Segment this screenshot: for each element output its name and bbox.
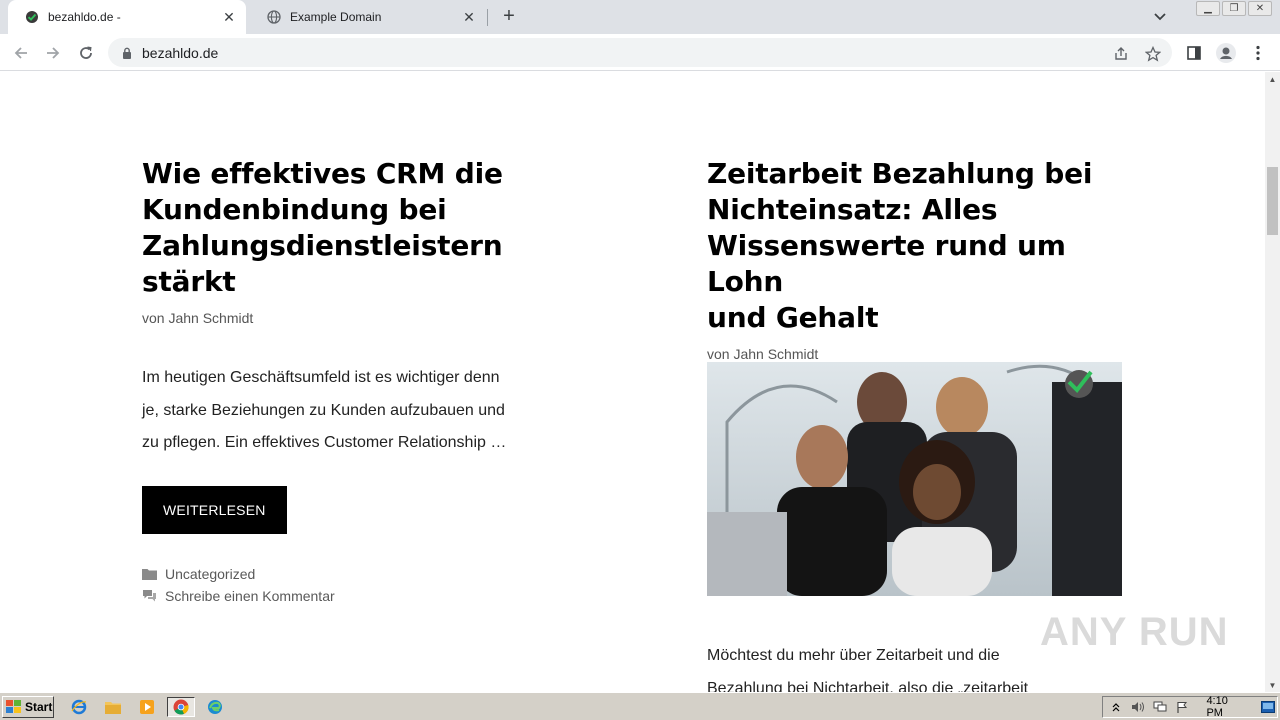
post-excerpt: Im heutigen Geschäftsumfeld ist es wicht… <box>142 362 562 460</box>
post-byline: von Jahn Schmidt <box>142 310 562 326</box>
system-tray: 4:10 PM <box>1102 695 1278 719</box>
post-title-line: und Gehalt <box>707 301 879 334</box>
close-window-icon[interactable]: ✕ <box>1248 1 1272 16</box>
windows-logo-icon <box>6 700 21 713</box>
back-arrow-icon[interactable] <box>8 40 34 66</box>
category-link[interactable]: Uncategorized <box>165 566 255 582</box>
excerpt-line: zu pflegen. Ein effektives Customer Rela… <box>142 434 507 451</box>
tab-strip: bezahldo.de - ✕ Example Domain ✕ + ▁ ❐ ✕ <box>0 0 1280 34</box>
page-viewport: Wie effektives CRM die Kundenbindung bei… <box>0 72 1265 692</box>
edge-icon[interactable] <box>204 697 226 717</box>
action-center-flag-icon[interactable] <box>1173 699 1191 715</box>
internet-explorer-icon[interactable] <box>68 697 90 717</box>
file-explorer-icon[interactable] <box>102 697 124 717</box>
globe-icon <box>266 9 282 25</box>
excerpt-line: Bezahlung bei Nichtarbeit, also die „zei… <box>707 679 1029 693</box>
post-title-line: Zeitarbeit Bezahlung bei <box>707 157 1093 190</box>
forward-arrow-icon[interactable] <box>40 40 66 66</box>
media-player-icon[interactable] <box>136 697 158 717</box>
tab-title: bezahldo.de - <box>48 10 121 24</box>
tab-search-chevron-icon[interactable] <box>1150 8 1170 26</box>
browser-toolbar: bezahldo.de <box>0 34 1280 71</box>
post-title-line: stärkt <box>142 265 236 298</box>
window-controls: ▁ ❐ ✕ <box>1196 1 1272 16</box>
comments-icon <box>143 590 156 602</box>
post-title-line: Kundenbindung bei <box>142 193 447 226</box>
post-title-link[interactable]: Wie effektives CRM die Kundenbindung bei… <box>142 156 562 300</box>
side-panel-icon[interactable] <box>1181 40 1207 66</box>
menu-kebab-icon[interactable] <box>1245 40 1271 66</box>
restore-icon[interactable]: ❐ <box>1222 1 1246 16</box>
url-text: bezahldo.de <box>142 44 219 61</box>
share-icon[interactable] <box>1112 45 1130 63</box>
windows-taskbar: Start 4:10 PM <box>0 692 1280 720</box>
post-comments: Schreibe einen Kommentar <box>142 585 562 607</box>
author-link[interactable]: Jahn Schmidt <box>733 346 818 362</box>
scroll-down-arrow-icon[interactable]: ▼ <box>1265 678 1280 692</box>
post-title-line: Wissenswerte rund um Lohn <box>707 229 1066 298</box>
tab-example-domain[interactable]: Example Domain ✕ <box>250 0 486 34</box>
tray-expand-icon[interactable] <box>1107 699 1125 715</box>
start-button[interactable]: Start <box>2 696 54 718</box>
show-desktop-icon[interactable] <box>1259 699 1277 715</box>
post-byline: von Jahn Schmidt <box>707 346 1137 362</box>
vertical-scrollbar[interactable]: ▲ ▼ <box>1265 72 1280 692</box>
tab-close-icon[interactable]: ✕ <box>460 8 478 26</box>
folder-icon <box>142 568 157 580</box>
read-more-button[interactable]: WEITERLESEN <box>142 485 287 534</box>
profile-avatar-icon[interactable] <box>1213 40 1239 66</box>
tab-separator <box>487 9 488 26</box>
reload-icon[interactable] <box>73 40 99 66</box>
author-link[interactable]: Jahn Schmidt <box>168 310 253 326</box>
post-title-line: Wie effektives CRM die <box>142 157 503 190</box>
address-bar[interactable]: bezahldo.de <box>108 38 1172 67</box>
post-category: Uncategorized <box>142 563 562 585</box>
tab-bezahldo[interactable]: bezahldo.de - ✕ <box>8 0 246 34</box>
bezahldo-favicon-icon <box>24 9 40 25</box>
taskbar-clock[interactable]: 4:10 PM <box>1206 695 1247 719</box>
scroll-up-arrow-icon[interactable]: ▲ <box>1265 72 1280 86</box>
start-label: Start <box>25 700 53 714</box>
anyrun-watermark: ANY RUN <box>1040 610 1229 654</box>
post-featured-image[interactable] <box>707 362 1122 596</box>
post-card: Wie effektives CRM die Kundenbindung bei… <box>142 156 562 607</box>
comment-link[interactable]: Schreibe einen Kommentar <box>165 588 335 604</box>
new-tab-button[interactable]: + <box>498 6 520 28</box>
minimize-icon[interactable]: ▁ <box>1196 1 1220 16</box>
lock-icon[interactable] <box>120 47 134 59</box>
chrome-taskbar-icon[interactable] <box>167 697 195 717</box>
post-title-link[interactable]: Zeitarbeit Bezahlung bei Nichteinsatz: A… <box>707 156 1137 336</box>
scrollbar-thumb[interactable] <box>1267 167 1278 235</box>
excerpt-line: Im heutigen Geschäftsumfeld ist es wicht… <box>142 369 500 386</box>
post-title-line: Zahlungsdienstleistern <box>142 229 503 262</box>
byline-prefix: von <box>707 346 730 362</box>
tab-close-icon[interactable]: ✕ <box>220 8 238 26</box>
network-icon[interactable] <box>1151 699 1169 715</box>
post-title-line: Nichteinsatz: Alles <box>707 193 998 226</box>
byline-prefix: von <box>142 310 165 326</box>
volume-icon[interactable] <box>1129 699 1147 715</box>
excerpt-line: je, starke Beziehungen zu Kunden aufzuba… <box>142 401 505 419</box>
post-card: Zeitarbeit Bezahlung bei Nichteinsatz: A… <box>707 156 1137 362</box>
bookmark-star-icon[interactable] <box>1144 45 1162 63</box>
tab-title: Example Domain <box>290 10 382 24</box>
